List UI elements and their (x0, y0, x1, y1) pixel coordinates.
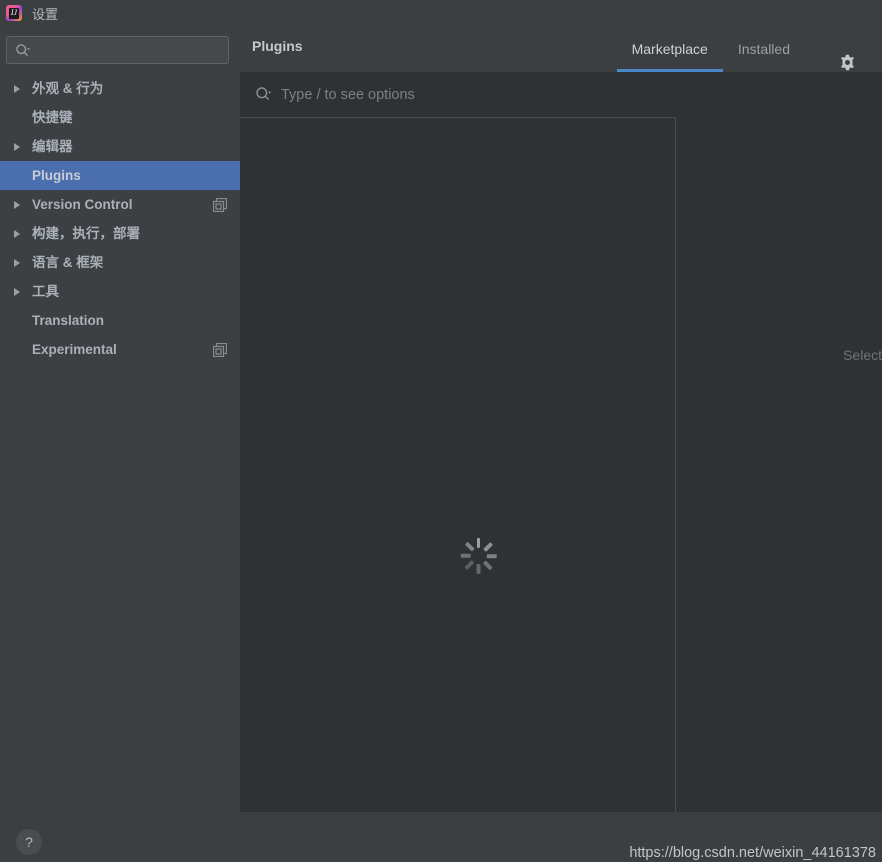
sidebar-item-appearance-behavior[interactable]: 外观 & 行为 (0, 74, 240, 103)
chevron-right-icon[interactable] (10, 227, 24, 241)
tab-installed-label: Installed (737, 41, 790, 57)
settings-tree: 外观 & 行为 快捷键 编辑器 Plugins Version Control (0, 74, 240, 364)
sidebar-item-label: 语言 & 框架 (32, 254, 104, 270)
settings-dialog: IJ 设置 外观 & 行为 快捷键 编辑器 Plugins Version Co… (0, 0, 882, 862)
sidebar-item-label: Experimental (32, 341, 117, 357)
gear-icon[interactable] (836, 51, 858, 73)
intellij-idea-icon: IJ (6, 5, 22, 21)
watermark-text: https://blog.csdn.net/weixin_44161378 (629, 845, 876, 861)
sidebar-item-tools[interactable]: 工具 (0, 277, 240, 306)
sidebar-item-editor[interactable]: 编辑器 (0, 132, 240, 161)
tab-installed[interactable]: Installed (723, 26, 805, 72)
sidebar-item-label: Translation (32, 312, 105, 328)
tab-marketplace[interactable]: Marketplace (616, 26, 724, 72)
plugin-list-pane[interactable] (240, 118, 676, 812)
help-button[interactable]: ? (16, 829, 42, 855)
chevron-right-icon[interactable] (10, 285, 24, 299)
app-icon-glyph: IJ (10, 8, 18, 17)
copy-icon[interactable] (212, 342, 228, 357)
sidebar-item-label: 编辑器 (32, 138, 73, 154)
settings-sidebar: 外观 & 行为 快捷键 编辑器 Plugins Version Control (0, 26, 240, 812)
search-icon (255, 86, 272, 103)
sidebar-item-experimental[interactable]: Experimental (0, 335, 240, 364)
sidebar-item-label: Plugins (32, 167, 81, 183)
sidebar-item-label: 外观 & 行为 (32, 80, 104, 96)
sidebar-item-build-execution-deployment[interactable]: 构建，执行，部署 (0, 219, 240, 248)
plugins-tabs: Marketplace Installed (616, 26, 805, 72)
sidebar-item-languages-frameworks[interactable]: 语言 & 框架 (0, 248, 240, 277)
dialog-footer: ? https://blog.csdn.net/weixin_44161378 (0, 812, 882, 862)
chevron-right-icon[interactable] (10, 140, 24, 154)
sidebar-item-label: 工具 (32, 283, 59, 299)
sidebar-search-box[interactable] (6, 36, 229, 64)
chevron-right-icon[interactable] (10, 256, 24, 270)
chevron-right-icon[interactable] (10, 82, 24, 96)
sidebar-item-label: 构建，执行，部署 (32, 225, 140, 241)
sidebar-item-translation[interactable]: Translation (0, 306, 240, 335)
title-bar: IJ 设置 (0, 0, 882, 26)
sidebar-item-version-control[interactable]: Version Control (0, 190, 240, 219)
sidebar-item-keymap[interactable]: 快捷键 (0, 103, 240, 132)
detail-placeholder-text: Select (843, 347, 882, 363)
sidebar-item-label: 快捷键 (32, 109, 73, 125)
page-title: Plugins (252, 38, 303, 54)
window-title: 设置 (32, 6, 59, 22)
plugin-search-placeholder[interactable]: Type / to see options (281, 87, 415, 103)
sidebar-search-input[interactable] (34, 42, 214, 58)
sidebar-item-label: Version Control (32, 196, 133, 212)
sidebar-item-plugins[interactable]: Plugins (0, 161, 240, 190)
tab-marketplace-label: Marketplace (631, 41, 708, 57)
plugin-search-row[interactable]: Type / to see options (240, 72, 676, 118)
plugins-header: Plugins Marketplace Installed (240, 26, 882, 72)
chevron-right-icon[interactable] (10, 198, 24, 212)
plugin-detail-pane: Select (676, 72, 882, 812)
copy-icon[interactable] (212, 197, 228, 212)
plugins-panel: Plugins Marketplace Installed Type / to … (240, 26, 882, 812)
search-icon (15, 43, 30, 58)
spinner-icon (458, 536, 498, 576)
